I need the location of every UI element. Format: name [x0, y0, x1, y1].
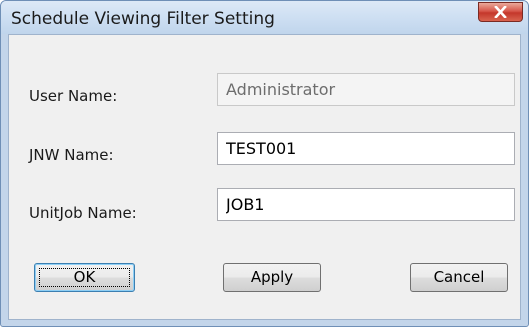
apply-button-label: Apply: [250, 268, 294, 286]
jnw-name-field[interactable]: [217, 132, 515, 165]
user-name-field: [217, 73, 515, 106]
title-bar[interactable]: Schedule Viewing Filter Setting: [1, 1, 528, 34]
close-icon: [494, 6, 507, 18]
ok-button-label: OK: [73, 268, 96, 286]
dialog-title: Schedule Viewing Filter Setting: [11, 9, 275, 29]
unitjob-name-label: UnitJob Name:: [29, 204, 137, 222]
jnw-name-label: JNW Name:: [29, 146, 114, 164]
dialog-window: Schedule Viewing Filter Setting User Nam…: [0, 0, 529, 327]
ok-button[interactable]: OK: [34, 263, 135, 292]
cancel-button-label: Cancel: [433, 268, 485, 286]
unitjob-name-field[interactable]: [217, 188, 515, 221]
apply-button[interactable]: Apply: [223, 263, 321, 292]
dialog-body: User Name: JNW Name: UnitJob Name: OK Ap…: [8, 34, 521, 320]
cancel-button[interactable]: Cancel: [410, 263, 508, 292]
close-button[interactable]: [478, 2, 523, 22]
user-name-label: User Name:: [29, 87, 118, 105]
